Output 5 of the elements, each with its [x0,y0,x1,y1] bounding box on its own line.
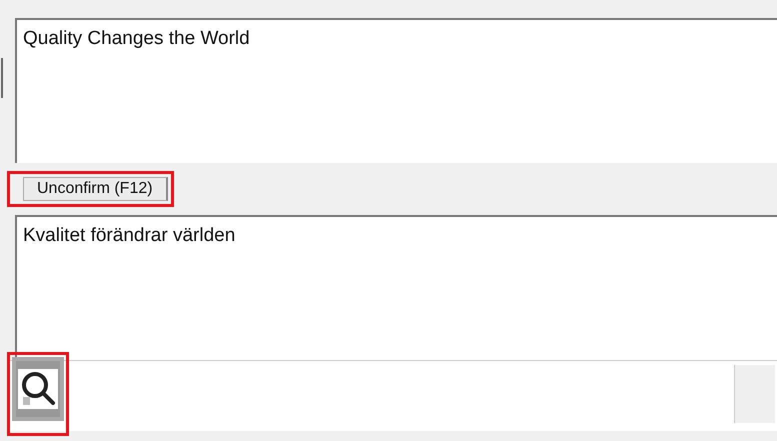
search-icon [18,369,58,409]
unconfirm-button[interactable]: Unconfirm (F12) [23,177,168,201]
search-button[interactable] [12,357,64,421]
target-text-field[interactable]: Kvalitet förändrar världen [15,215,777,360]
source-text-field[interactable]: Quality Changes the World [15,18,777,163]
